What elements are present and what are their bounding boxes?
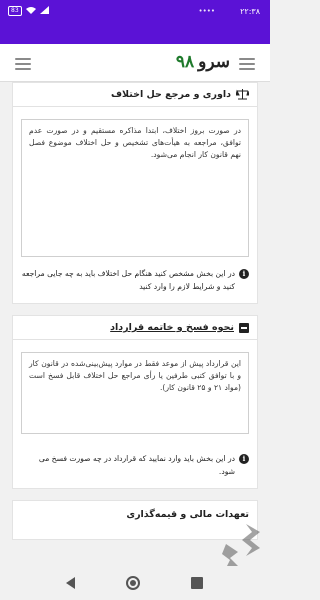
clause-card-termination: نحوه فسخ و خاتمه قرارداد این قرارداد پیش… (12, 315, 258, 489)
hint-text: در این بخش مشخص کنید هنگام حل اختلاف بای… (21, 269, 235, 291)
info-icon: i (239, 269, 249, 279)
clause-text-field[interactable]: این قرارداد پیش از موعد فقط در موارد پیش… (21, 352, 249, 434)
battery-icon: 83 (8, 6, 22, 16)
card-header[interactable]: نحوه فسخ و خاتمه قرارداد (13, 322, 257, 340)
card-title: نحوه فسخ و خاتمه قرارداد (110, 322, 234, 333)
brand-name: سرو (198, 52, 230, 72)
card-title: داوری و مرجع حل اختلاف (110, 89, 231, 100)
home-icon[interactable] (126, 576, 140, 590)
system-icons: 83 (8, 6, 49, 16)
recent-apps-icon[interactable] (191, 577, 203, 589)
brand-number: ۹۸ (175, 52, 195, 72)
status-time: ۲۲:۳۸ (240, 7, 260, 16)
signal-icon (39, 6, 49, 16)
hint-row: i در این بخش مشخص کنید هنگام حل اختلاف ب… (21, 267, 249, 293)
clause-card-arbitration: داوری و مرجع حل اختلاف در صورت بروز اختل… (12, 82, 258, 304)
menu-icon-right[interactable] (239, 58, 255, 70)
notification-icons: •••• (198, 7, 215, 15)
hint-row: i در این بخش باید وارد نمایید که قرارداد… (21, 452, 249, 478)
app-logo: ۹۸ سرو (176, 52, 230, 72)
card-title: تعهدات مالی و قیمه‌گذاری (126, 509, 249, 520)
status-bar: 83 •••• ۲۲:۳۸ (0, 0, 270, 24)
clauses-list: داوری و مرجع حل اختلاف در صورت بروز اختل… (12, 82, 258, 565)
back-icon[interactable] (66, 577, 75, 589)
app-header-band (0, 24, 270, 44)
info-icon: i (239, 454, 249, 464)
card-header: داوری و مرجع حل اختلاف (13, 89, 257, 107)
watermark-logo-icon (222, 524, 260, 568)
menu-icon-left[interactable] (15, 58, 31, 70)
hint-text: در این بخش باید وارد نمایید که قرارداد د… (38, 454, 235, 476)
system-nav-bar (0, 566, 270, 600)
wifi-icon (25, 6, 36, 16)
app-toolbar: ۹۸ سرو (0, 44, 270, 82)
clause-text-field[interactable]: در صورت بروز اختلاف، ابتدا مذاکره مستقیم… (21, 119, 249, 257)
collapse-icon[interactable] (239, 322, 249, 333)
scale-icon (236, 89, 249, 100)
